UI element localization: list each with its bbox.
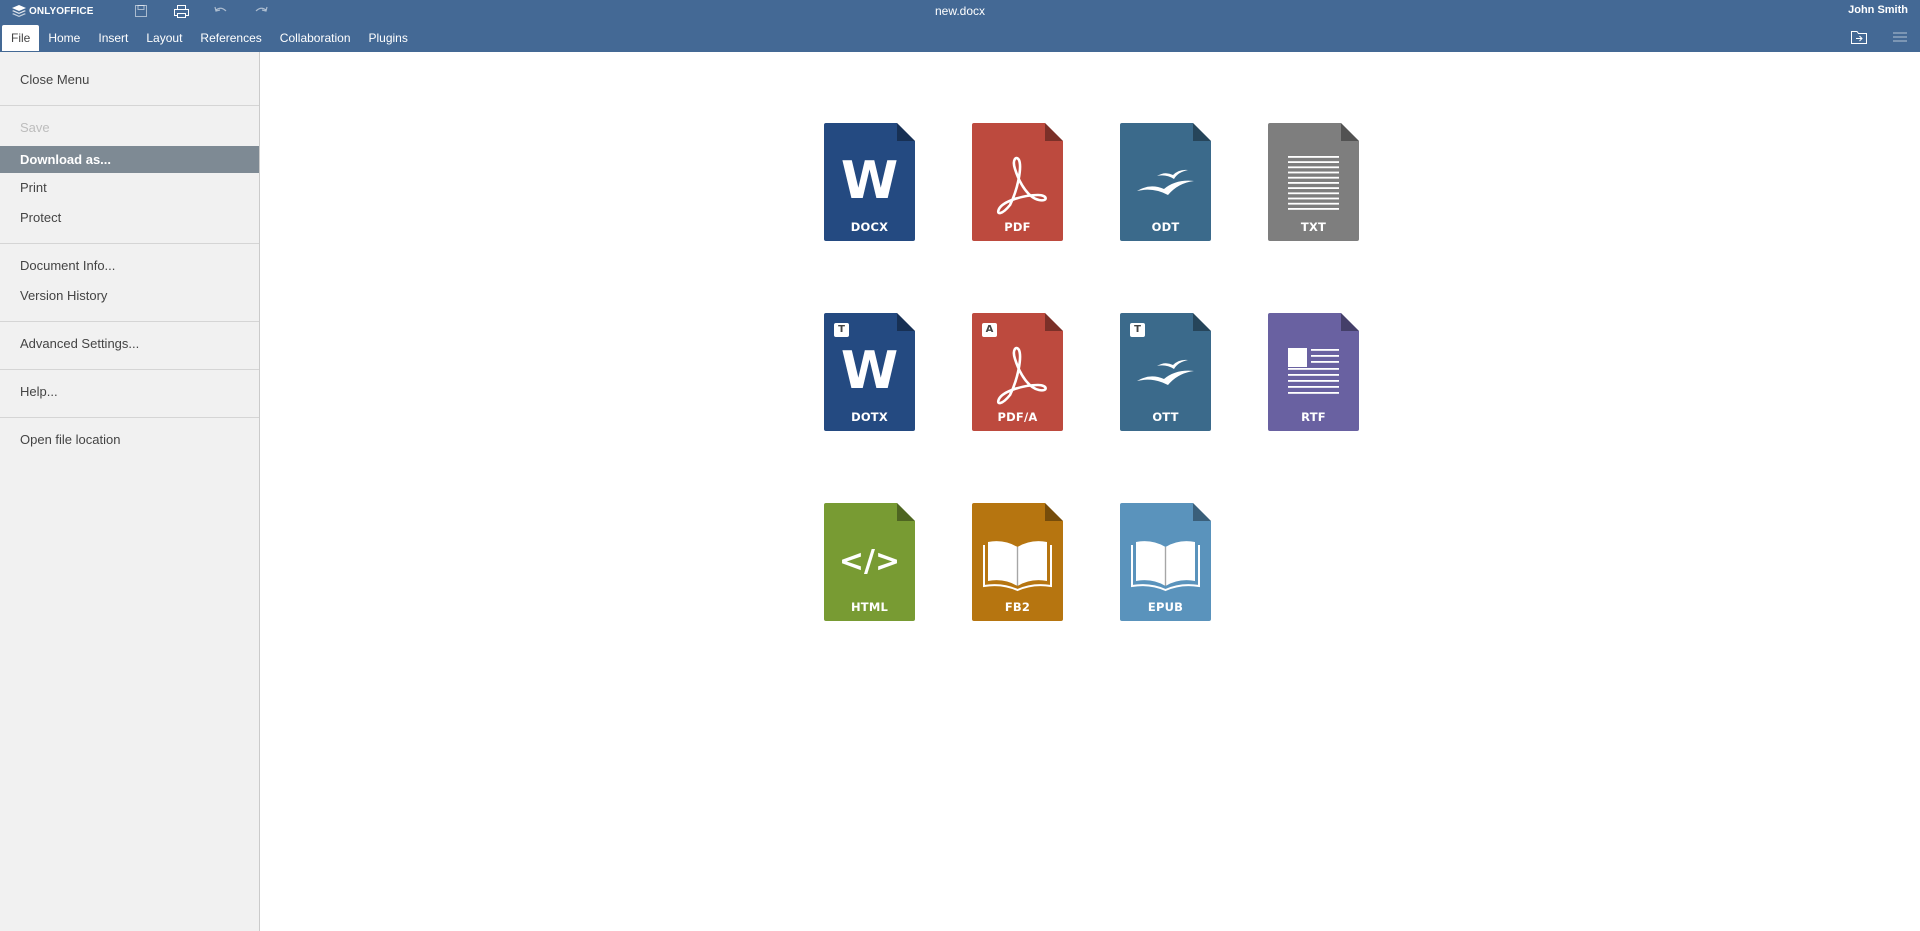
hamburger-icon <box>1893 32 1907 42</box>
format-odt-button[interactable]: ODT <box>1120 123 1211 241</box>
template-badge: T <box>1130 323 1145 337</box>
tab-plugins[interactable]: Plugins <box>360 25 417 51</box>
format-epub-button[interactable]: EPUB <box>1120 503 1211 621</box>
print-item[interactable]: Print <box>0 174 259 201</box>
format-label: DOTX <box>851 410 888 424</box>
view-settings-button[interactable] <box>1891 29 1909 45</box>
logo-layers-icon <box>12 5 26 17</box>
format-label: ODT <box>1151 220 1180 234</box>
advanced-settings-item[interactable]: Advanced Settings... <box>0 330 259 357</box>
format-txt-button[interactable]: TXT <box>1268 123 1359 241</box>
folder-icon <box>1851 30 1867 44</box>
svg-text:W: W <box>841 341 898 401</box>
format-label: PDF/A <box>997 410 1038 424</box>
print-icon <box>173 4 189 18</box>
menu-divider <box>0 321 259 322</box>
format-label: OTT <box>1152 410 1179 424</box>
svg-text:W: W <box>841 151 898 211</box>
save-button[interactable] <box>133 3 149 19</box>
tab-references[interactable]: References <box>191 25 270 51</box>
format-label: TXT <box>1300 220 1327 234</box>
toolbar-tabs: File Home Insert Layout References Colla… <box>0 22 1920 52</box>
brand-name: ONLYOFFICE <box>29 5 94 17</box>
undo-button[interactable] <box>213 3 229 19</box>
document-info-item[interactable]: Document Info... <box>0 252 259 279</box>
svg-text:</>: </> <box>839 544 900 579</box>
user-name[interactable]: John Smith <box>1848 4 1908 16</box>
format-fb2-button[interactable]: FB2 <box>972 503 1063 621</box>
redo-icon <box>255 6 268 12</box>
open-file-location-item[interactable]: Open file location <box>0 426 259 453</box>
version-history-item[interactable]: Version History <box>0 282 259 309</box>
document-title: new.docx <box>934 4 986 18</box>
format-label: PDF <box>1004 220 1031 234</box>
format-html-button[interactable]: </> HTML <box>824 503 915 621</box>
save-item[interactable]: Save <box>0 114 259 141</box>
undo-icon <box>214 6 227 12</box>
close-menu-item[interactable]: Close Menu <box>0 66 259 93</box>
help-item[interactable]: Help... <box>0 378 259 405</box>
format-rtf-button[interactable]: RTF <box>1268 313 1359 431</box>
template-badge: T <box>834 323 849 337</box>
format-label: DOCX <box>850 220 889 234</box>
download-as-item[interactable]: Download as... <box>0 146 259 173</box>
tab-layout[interactable]: Layout <box>137 25 191 51</box>
format-label: RTF <box>1301 410 1326 424</box>
menu-divider <box>0 369 259 370</box>
format-dotx-button[interactable]: W T DOTX <box>824 313 915 431</box>
tab-home[interactable]: Home <box>39 25 89 51</box>
format-label: FB2 <box>1004 600 1031 614</box>
title-bar: ONLYOFFICE new.docx John Smith <box>0 0 1920 22</box>
menu-divider <box>0 417 259 418</box>
open-location-button[interactable] <box>1850 29 1868 45</box>
format-label: EPUB <box>1147 600 1184 614</box>
file-menu-panel: Close Menu Save Download as... Print Pro… <box>0 52 260 931</box>
format-docx-button[interactable]: W DOCX <box>824 123 915 241</box>
menu-divider <box>0 105 259 106</box>
format-pdf-a-button[interactable]: A PDF/A <box>972 313 1063 431</box>
save-icon <box>135 5 147 17</box>
format-label: HTML <box>850 600 889 614</box>
tab-collaboration[interactable]: Collaboration <box>271 25 360 51</box>
onlyoffice-logo: ONLYOFFICE <box>12 3 94 19</box>
redo-button[interactable] <box>253 3 269 19</box>
format-ott-button[interactable]: T OTT <box>1120 313 1211 431</box>
template-badge: A <box>982 323 997 337</box>
protect-item[interactable]: Protect <box>0 204 259 231</box>
tab-file[interactable]: File <box>2 25 40 51</box>
print-button[interactable] <box>173 3 189 19</box>
menu-divider <box>0 243 259 244</box>
format-pdf-button[interactable]: PDF <box>972 123 1063 241</box>
tab-insert[interactable]: Insert <box>89 25 137 51</box>
